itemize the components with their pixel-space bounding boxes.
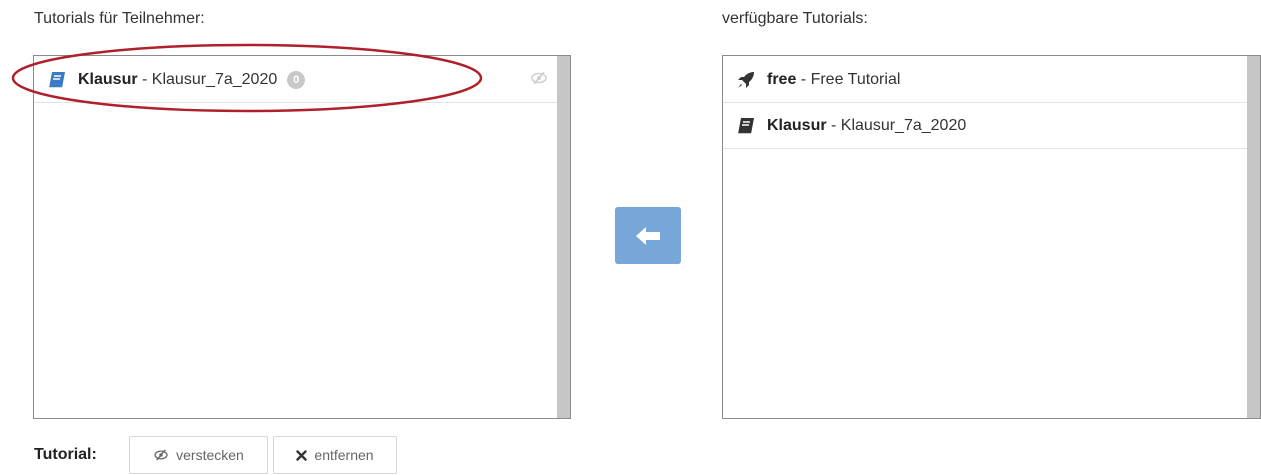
list-item[interactable]: free - Free Tutorial [723, 57, 1249, 103]
left-panel-label: Tutorials für Teilnehmer: [34, 10, 205, 27]
item-name: Klausur [78, 70, 138, 88]
available-tutorials-list[interactable]: free - Free Tutorial Klausur - Klausur_7… [722, 55, 1261, 419]
eye-slash-icon[interactable] [530, 71, 548, 85]
book-icon [46, 70, 68, 90]
arrow-left-icon [635, 226, 661, 246]
move-to-selected-button[interactable] [615, 207, 681, 264]
remove-button[interactable]: entfernen [273, 436, 397, 474]
right-panel-label: verfügbare Tutorials: [722, 10, 868, 27]
selected-tutorials-list[interactable]: Klausur - Klausur_7a_2020 0 [33, 55, 571, 419]
book-icon [735, 116, 757, 136]
remove-button-label: entfernen [314, 447, 374, 463]
hide-button-label: verstecken [176, 447, 244, 463]
scrollbar[interactable] [557, 56, 570, 418]
rocket-icon [735, 70, 757, 90]
item-title: Klausur_7a_2020 [840, 116, 967, 134]
item-title: Free Tutorial [810, 70, 901, 88]
close-icon [296, 449, 308, 461]
list-item[interactable]: Klausur - Klausur_7a_2020 [723, 103, 1249, 149]
item-separator: - [826, 116, 841, 134]
hide-button[interactable]: verstecken [129, 436, 268, 474]
footer-label: Tutorial: [34, 446, 97, 463]
scrollbar[interactable] [1247, 56, 1260, 418]
item-title: Klausur_7a_2020 [151, 70, 278, 88]
count-badge: 0 [287, 70, 306, 89]
list-item[interactable]: Klausur - Klausur_7a_2020 0 [34, 57, 558, 103]
item-name: Klausur [767, 116, 827, 134]
eye-slash-icon [153, 449, 169, 461]
item-name: free [767, 70, 797, 88]
item-separator: - [796, 70, 811, 88]
item-separator: - [137, 70, 152, 88]
